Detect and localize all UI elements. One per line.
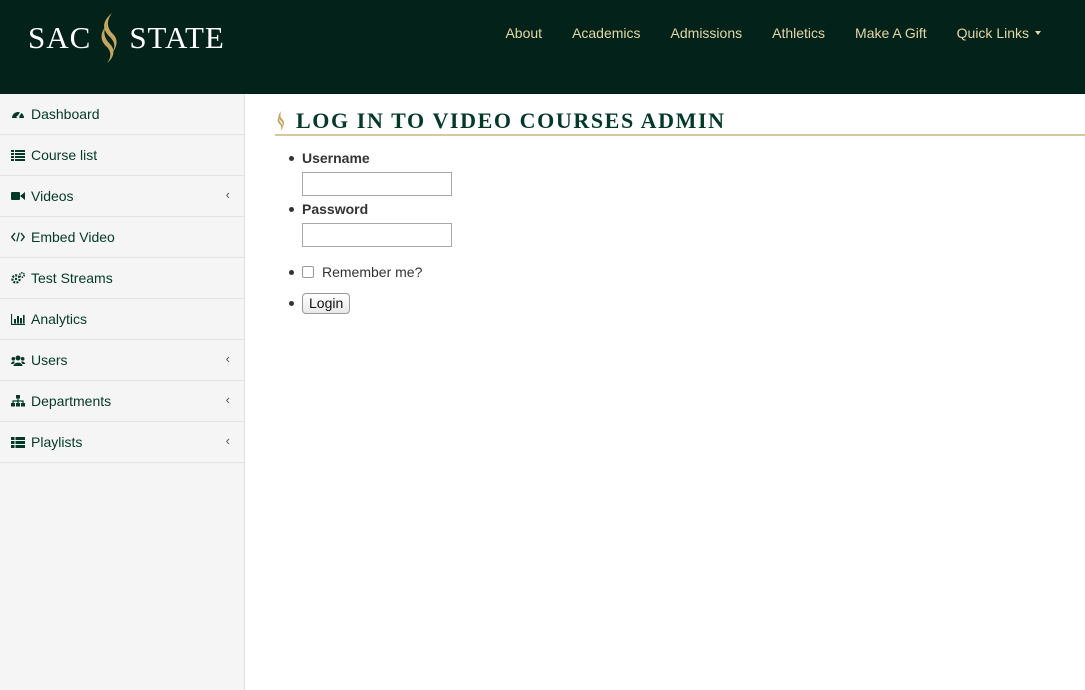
chevron-left-icon: ‹ xyxy=(225,392,230,407)
bullet-icon xyxy=(289,207,294,212)
chevron-left-icon: ‹ xyxy=(225,433,230,448)
list-icon xyxy=(11,148,25,162)
code-icon xyxy=(11,230,25,244)
sidebar-item-playlists[interactable]: Playlists ‹ xyxy=(0,422,244,463)
th-list-icon xyxy=(11,435,25,449)
sidebar-item-test-streams[interactable]: Test Streams xyxy=(0,258,244,299)
bullet-icon xyxy=(289,270,294,275)
password-field[interactable] xyxy=(302,223,452,247)
caret-down-icon xyxy=(1035,31,1041,35)
sidebar-item-label: Course list xyxy=(31,147,98,163)
bar-chart-icon xyxy=(11,312,25,326)
cogs-icon xyxy=(11,271,25,285)
remember-me-checkbox[interactable] xyxy=(302,266,314,278)
users-icon xyxy=(11,353,25,367)
sidebar-item-label: Playlists xyxy=(31,434,83,450)
sidebar-item-label: Dashboard xyxy=(31,106,100,122)
nav-quick-links-dropdown[interactable]: Quick Links xyxy=(957,24,1041,42)
sidebar-item-videos[interactable]: Videos ‹ xyxy=(0,176,244,217)
page-title: Log in to Video Courses Admin xyxy=(296,108,726,133)
nav-label: Athletics xyxy=(772,25,826,41)
logo-text-right: STATE xyxy=(129,20,225,55)
sac-state-logo[interactable]: SAC STATE xyxy=(28,12,225,64)
nav-label: Academics xyxy=(572,25,641,41)
login-row: Login xyxy=(289,293,1085,317)
nav-label: Make A Gift xyxy=(855,25,927,41)
password-row: Password xyxy=(289,201,1085,263)
page-header: Log in to Video Courses Admin xyxy=(275,108,1085,136)
sidebar-item-dashboard[interactable]: Dashboard xyxy=(0,94,244,135)
sidebar-item-course-list[interactable]: Course list xyxy=(0,135,244,176)
nav-label: Admissions xyxy=(670,25,743,41)
site-header: SAC STATE About Academics Admissions Ath… xyxy=(0,0,1085,94)
remember-me-label: Remember me? xyxy=(322,264,423,280)
username-row: Username xyxy=(289,150,1085,201)
chevron-left-icon: ‹ xyxy=(225,187,230,202)
flame-logo-icon xyxy=(101,13,117,63)
username-label: Username xyxy=(302,150,370,166)
password-label: Password xyxy=(302,201,369,217)
logo-text-left: SAC xyxy=(28,20,92,55)
login-button[interactable]: Login xyxy=(302,293,351,314)
nav-admissions[interactable]: Admissions xyxy=(671,24,743,42)
sitemap-icon xyxy=(11,394,25,408)
flame-icon xyxy=(277,111,285,131)
nav-athletics[interactable]: Athletics xyxy=(772,24,825,42)
sidebar-item-users[interactable]: Users ‹ xyxy=(0,340,244,381)
top-navigation: About Academics Admissions Athletics Mak… xyxy=(475,24,1041,42)
nav-make-a-gift[interactable]: Make A Gift xyxy=(855,24,927,42)
sidebar-item-label: Departments xyxy=(31,393,112,409)
chevron-left-icon: ‹ xyxy=(225,351,230,366)
main-content: Log in to Video Courses Admin Username P… xyxy=(275,108,1085,317)
sidebar-item-label: Embed Video xyxy=(31,229,115,245)
nav-label: About xyxy=(505,25,543,41)
sidebar-item-label: Videos xyxy=(31,188,74,204)
username-field[interactable] xyxy=(302,172,452,196)
nav-label: Quick Links xyxy=(956,25,1029,41)
sidebar-item-label: Users xyxy=(31,352,68,368)
bullet-icon xyxy=(289,156,294,161)
video-camera-icon xyxy=(11,189,25,203)
sidebar-item-departments[interactable]: Departments ‹ xyxy=(0,381,244,422)
sidebar-item-analytics[interactable]: Analytics xyxy=(0,299,244,340)
remember-row: Remember me? xyxy=(289,263,1085,293)
sidebar-item-label: Test Streams xyxy=(31,270,113,286)
sidebar-item-embed-video[interactable]: Embed Video xyxy=(0,217,244,258)
tachometer-icon xyxy=(11,107,25,121)
bullet-icon xyxy=(289,301,294,306)
login-form: Username Password Remember me? Login xyxy=(289,150,1085,317)
sidebar-item-label: Analytics xyxy=(31,311,88,327)
nav-academics[interactable]: Academics xyxy=(572,24,640,42)
nav-about[interactable]: About xyxy=(505,24,542,42)
sidebar: Dashboard Course list Videos ‹ Embed Vid… xyxy=(0,94,245,690)
